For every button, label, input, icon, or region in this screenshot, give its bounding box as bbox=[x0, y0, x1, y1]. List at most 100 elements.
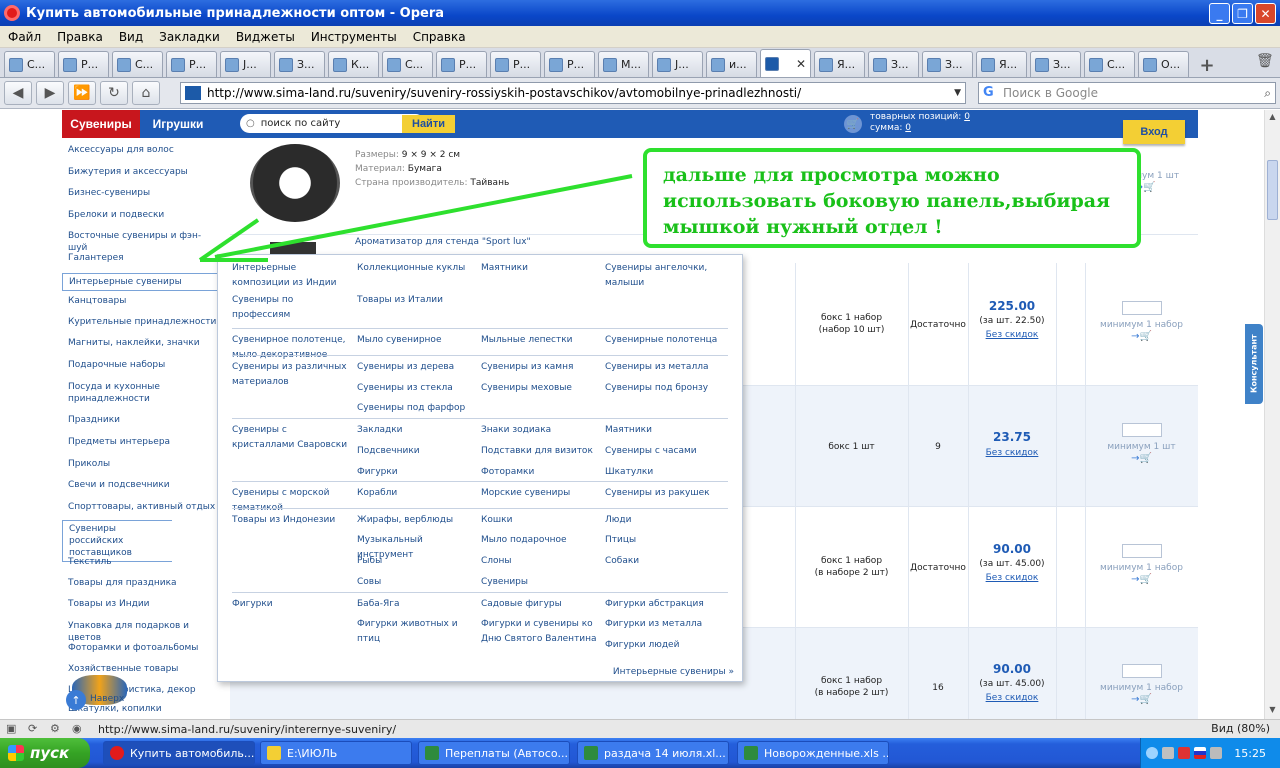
fast-forward-button[interactable]: ⏩ bbox=[68, 81, 96, 105]
sidebar-item[interactable]: Галантерея bbox=[62, 252, 217, 264]
browser-tab[interactable]: З... bbox=[274, 51, 325, 77]
google-icon[interactable]: G bbox=[983, 85, 999, 101]
browser-tab[interactable]: Р... bbox=[58, 51, 109, 77]
maximize-button[interactable]: ❐ bbox=[1232, 3, 1253, 24]
browser-tab[interactable]: ✕ bbox=[760, 49, 811, 77]
megamenu-subcategory-link[interactable]: Слоны bbox=[481, 554, 601, 569]
megamenu-subcategory-link[interactable]: Фигурки животных и птиц bbox=[357, 617, 477, 647]
find-button[interactable]: Найти bbox=[402, 115, 455, 133]
megamenu-subcategory-link[interactable]: Мыло сувенирное bbox=[357, 333, 477, 348]
sidebar-item[interactable]: Бижутерия и аксессуары bbox=[62, 166, 217, 178]
megamenu-subcategory-link[interactable]: Сувениры из ракушек bbox=[605, 486, 723, 501]
qty-input[interactable] bbox=[1085, 664, 1198, 680]
megamenu-subcategory-link[interactable]: Рыбы bbox=[357, 554, 477, 569]
cart-sum-value[interactable]: 0 bbox=[905, 123, 911, 133]
megamenu-subcategory-link[interactable]: Сувениры с часами bbox=[605, 444, 723, 459]
megamenu-subcategory-link[interactable]: Собаки bbox=[605, 554, 723, 569]
megamenu-subcategory-link[interactable]: Маятники bbox=[605, 423, 723, 438]
qty-input[interactable] bbox=[1085, 423, 1198, 439]
sidebar-item[interactable]: Аксессуары для волос bbox=[62, 144, 217, 156]
browser-tab[interactable]: Я... bbox=[814, 51, 865, 77]
sidebar-item[interactable]: Брелоки и подвески bbox=[62, 209, 217, 221]
sidebar-item[interactable]: Фоторамки и фотоальбомы bbox=[62, 642, 217, 654]
menu-tools[interactable]: Инструменты bbox=[303, 30, 405, 44]
sidebar-item[interactable]: Интерьерные сувениры bbox=[62, 273, 217, 291]
megamenu-subcategory-link[interactable]: Сувениры из камня bbox=[481, 360, 601, 375]
megamenu-category-link[interactable]: Сувениры по профессиям bbox=[232, 293, 352, 323]
language-flag-icon[interactable] bbox=[1194, 747, 1207, 759]
sync-icon[interactable]: ⟳ bbox=[28, 722, 44, 736]
sidebar-item[interactable]: Посуда и кухонные принадлежности bbox=[62, 381, 172, 405]
megamenu-subcategory-link[interactable]: Совы bbox=[357, 575, 477, 590]
browser-tab[interactable]: Я... bbox=[976, 51, 1027, 77]
back-button[interactable]: ◀ bbox=[4, 81, 32, 105]
task-excel-1[interactable]: Переплаты (Автосо... bbox=[418, 741, 570, 765]
megamenu-subcategory-link[interactable]: Маятники bbox=[481, 261, 601, 276]
megamenu-category-link[interactable]: Сувенирное полотенце, мыло декоративное bbox=[232, 333, 352, 363]
megamenu-subcategory-link[interactable]: Сувениры из стекла bbox=[357, 381, 477, 396]
sidebar-item[interactable]: Предметы интерьера bbox=[62, 436, 217, 448]
add-to-cart-icon[interactable]: →🛒 bbox=[1085, 694, 1198, 706]
address-field[interactable]: http://www.sima-land.ru/suveniry/suvenir… bbox=[180, 82, 966, 104]
sidebar-item[interactable]: Бизнес-сувениры bbox=[62, 187, 217, 199]
task-excel-2[interactable]: раздача 14 июля.xl... bbox=[577, 741, 729, 765]
close-window-button[interactable]: ✕ bbox=[1255, 3, 1276, 24]
megamenu-subcategory-link[interactable]: Кошки bbox=[481, 513, 601, 528]
megamenu-subcategory-link[interactable]: Подставки для визиток bbox=[481, 444, 601, 459]
megamenu-subcategory-link[interactable]: Садовые фигуры bbox=[481, 597, 601, 612]
megamenu-subcategory-link[interactable]: Мыло подарочное bbox=[481, 533, 601, 548]
scroll-up-arrow-icon[interactable]: ▲ bbox=[1267, 112, 1278, 124]
browser-tab[interactable]: J... bbox=[220, 51, 271, 77]
trash-icon[interactable]: 🗑 bbox=[1256, 53, 1274, 71]
megamenu-subcategory-link[interactable]: Птицы bbox=[605, 533, 723, 548]
megamenu-subcategory-link[interactable]: Корабли bbox=[357, 486, 477, 501]
home-button[interactable]: ⌂ bbox=[132, 81, 160, 105]
megamenu-category-link[interactable]: Сувениры из различных материалов bbox=[232, 360, 352, 390]
turbo-icon[interactable]: ◉ bbox=[72, 722, 88, 736]
sidebar-item[interactable]: Приколы bbox=[62, 458, 217, 470]
no-discount-link[interactable]: Без скидок bbox=[970, 572, 1054, 584]
volume-icon[interactable] bbox=[1210, 747, 1223, 759]
megamenu-subcategory-link[interactable]: Люди bbox=[605, 513, 723, 528]
megamenu-subcategory-link[interactable]: Жирафы, верблюды bbox=[357, 513, 477, 528]
browser-tab[interactable]: З... bbox=[1030, 51, 1081, 77]
task-excel-3[interactable]: Новорожденные.xls ... bbox=[737, 741, 889, 765]
menu-widgets[interactable]: Виджеты bbox=[228, 30, 303, 44]
sidebar-item[interactable]: Подарочные наборы bbox=[62, 359, 217, 371]
megamenu-subcategory-link[interactable]: Баба-Яга bbox=[357, 597, 477, 612]
address-dropdown-icon[interactable]: ▼ bbox=[954, 88, 961, 98]
nav-toys-tab[interactable]: Игрушки bbox=[140, 110, 216, 138]
tray-arrow-icon[interactable] bbox=[1146, 747, 1159, 759]
sidebar-item[interactable]: Курительные принадлежности bbox=[62, 316, 217, 328]
menu-file[interactable]: Файл bbox=[0, 30, 49, 44]
megamenu-subcategory-link[interactable]: Сувениры меховые bbox=[481, 381, 601, 396]
tray-network-icon[interactable] bbox=[1162, 747, 1175, 759]
new-tab-button[interactable]: + bbox=[1194, 53, 1220, 77]
megamenu-subcategory-link[interactable]: Знаки зодиака bbox=[481, 423, 601, 438]
google-search-field[interactable]: G Поиск в Google ⌕ bbox=[978, 82, 1276, 104]
sidebar-item[interactable]: Текстиль bbox=[62, 556, 217, 568]
megamenu-subcategory-link[interactable]: Товары из Италии bbox=[357, 293, 477, 308]
megamenu-category-link[interactable]: Сувениры с кристаллами Сваровски bbox=[232, 423, 352, 453]
scroll-up-label[interactable]: Наверх bbox=[90, 694, 124, 704]
sidebar-item[interactable]: Канцтовары bbox=[62, 295, 217, 307]
browser-tab[interactable]: Р... bbox=[436, 51, 487, 77]
qty-input[interactable] bbox=[1085, 544, 1198, 560]
site-search-input[interactable]: ○ поиск по сайту bbox=[240, 114, 425, 133]
megamenu-subcategory-link[interactable]: Сувениры bbox=[481, 575, 601, 590]
menu-view[interactable]: Вид bbox=[111, 30, 151, 44]
scrollbar-thumb[interactable] bbox=[1267, 160, 1278, 220]
sidebar-item[interactable]: Восточные сувениры и фэн-шуй bbox=[62, 230, 217, 254]
qty-field[interactable] bbox=[1121, 423, 1162, 437]
menu-edit[interactable]: Правка bbox=[49, 30, 111, 44]
megamenu-subcategory-link[interactable]: Шкатулки bbox=[605, 465, 723, 480]
menu-bookmarks[interactable]: Закладки bbox=[151, 30, 228, 44]
browser-tab[interactable]: J... bbox=[652, 51, 703, 77]
tab-close-icon[interactable]: ✕ bbox=[796, 57, 806, 71]
megamenu-category-link[interactable]: Интерьерные композиции из Индии bbox=[232, 261, 352, 291]
megamenu-subcategory-link[interactable]: Сувениры ангелочки, малыши bbox=[605, 261, 723, 291]
megamenu-subcategory-link[interactable]: Закладки bbox=[357, 423, 477, 438]
scroll-up-icon[interactable]: ↑ bbox=[66, 690, 86, 710]
sidebar-item[interactable]: Шкатулки, копилки bbox=[62, 703, 217, 715]
product-image[interactable] bbox=[250, 144, 340, 222]
